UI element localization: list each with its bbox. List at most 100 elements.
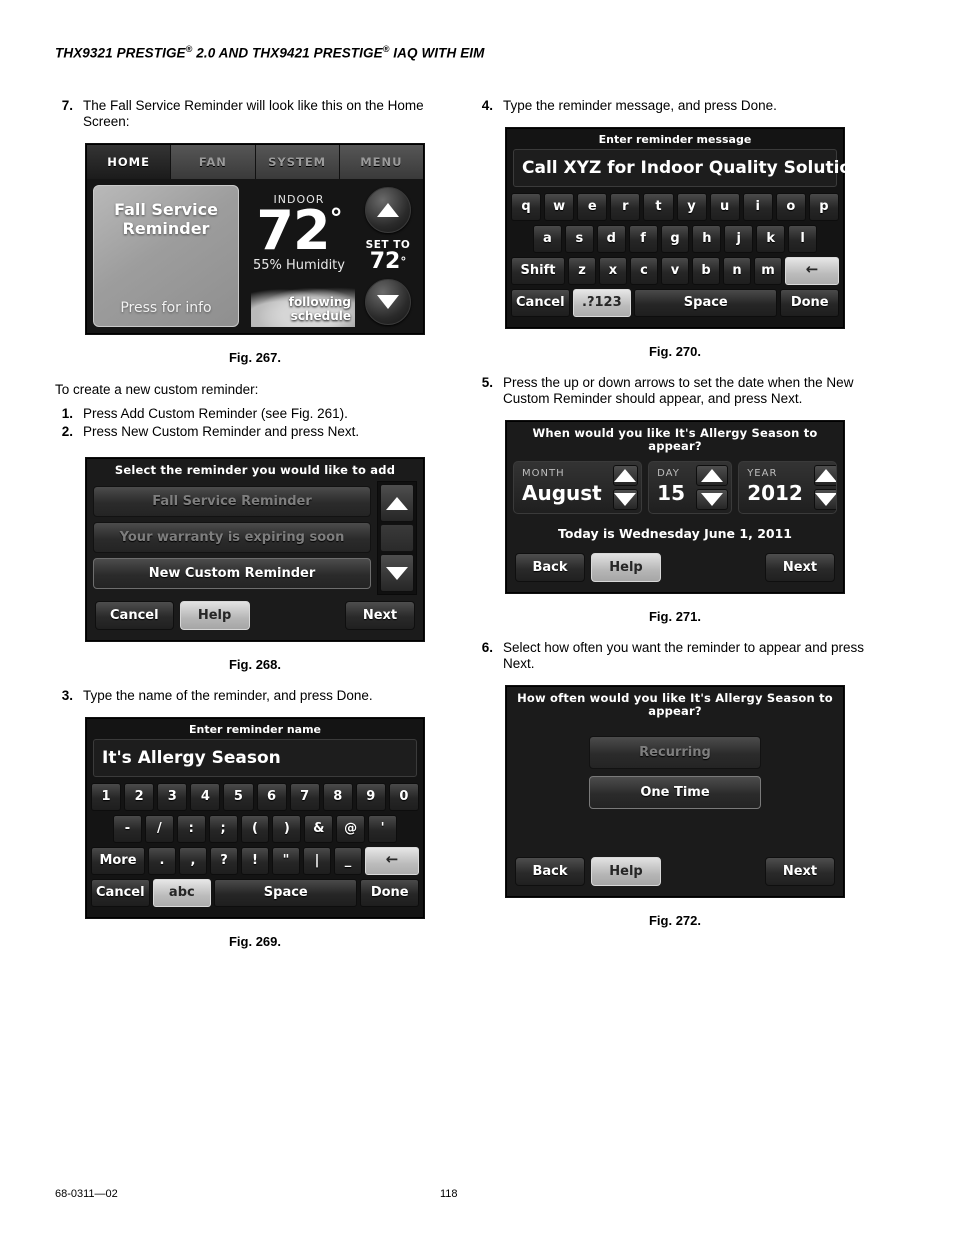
- month-up-button[interactable]: [612, 465, 639, 486]
- keyboard-mode-button[interactable]: .?123: [572, 289, 632, 317]
- year-down-button[interactable]: [813, 489, 836, 510]
- key-1[interactable]: 1: [91, 783, 122, 811]
- done-button[interactable]: Done: [780, 289, 839, 317]
- key-underscore[interactable]: _: [334, 847, 362, 875]
- key-q[interactable]: q: [511, 193, 542, 221]
- cancel-button[interactable]: Cancel: [95, 601, 174, 630]
- key-apostrophe[interactable]: ': [368, 815, 398, 843]
- backspace-icon[interactable]: ←: [365, 847, 419, 875]
- key-j[interactable]: j: [724, 225, 754, 253]
- key-e[interactable]: e: [577, 193, 608, 221]
- next-button[interactable]: Next: [765, 857, 835, 886]
- setpoint-up-button[interactable]: [365, 187, 411, 233]
- key-p[interactable]: p: [808, 193, 839, 221]
- key-paren-open[interactable]: (: [240, 815, 270, 843]
- key-semicolon[interactable]: ;: [208, 815, 238, 843]
- key-i[interactable]: i: [742, 193, 773, 221]
- key-a[interactable]: a: [533, 225, 562, 253]
- key-3[interactable]: 3: [157, 783, 188, 811]
- key-6[interactable]: 6: [256, 783, 287, 811]
- key-h[interactable]: h: [692, 225, 722, 253]
- key-ampersand[interactable]: &: [304, 815, 334, 843]
- more-key[interactable]: More: [91, 847, 145, 875]
- cancel-button[interactable]: Cancel: [91, 879, 150, 907]
- list-scrollbar[interactable]: [377, 481, 417, 595]
- key-v[interactable]: v: [661, 257, 689, 285]
- scrollbar-thumb[interactable]: [380, 524, 414, 552]
- reminder-card[interactable]: Fall Service Reminder Press for info: [93, 185, 239, 327]
- key-l[interactable]: l: [788, 225, 818, 253]
- key-at[interactable]: @: [336, 815, 366, 843]
- space-key[interactable]: Space: [214, 879, 358, 907]
- reminder-message-input[interactable]: Call XYZ for Indoor Quality Solutions: [513, 149, 873, 187]
- key-hyphen[interactable]: -: [113, 815, 142, 843]
- key-f[interactable]: f: [628, 225, 658, 253]
- shift-key[interactable]: Shift: [511, 257, 565, 285]
- cancel-button[interactable]: Cancel: [511, 289, 570, 317]
- help-button[interactable]: Help: [179, 601, 250, 630]
- key-pipe[interactable]: |: [303, 847, 331, 875]
- key-slash[interactable]: /: [144, 815, 174, 843]
- key-t[interactable]: t: [643, 193, 674, 221]
- key-5[interactable]: 5: [223, 783, 254, 811]
- key-o[interactable]: o: [775, 193, 806, 221]
- help-button[interactable]: Help: [591, 553, 661, 582]
- month-arrows: [610, 462, 641, 513]
- tab-system[interactable]: SYSTEM: [255, 145, 340, 179]
- key-2[interactable]: 2: [124, 783, 155, 811]
- back-button[interactable]: Back: [515, 857, 585, 886]
- key-d[interactable]: d: [596, 225, 626, 253]
- list-item-new-custom-reminder[interactable]: New Custom Reminder: [93, 558, 371, 589]
- key-comma[interactable]: ,: [179, 847, 207, 875]
- tab-fan[interactable]: FAN: [171, 145, 256, 179]
- scroll-up-button[interactable]: [380, 484, 414, 522]
- space-key[interactable]: Space: [634, 289, 778, 317]
- key-g[interactable]: g: [660, 225, 690, 253]
- tab-menu[interactable]: MENU: [339, 145, 423, 179]
- next-button[interactable]: Next: [345, 601, 415, 630]
- key-x[interactable]: x: [599, 257, 627, 285]
- day-down-button[interactable]: [696, 489, 729, 510]
- tab-home[interactable]: HOME: [87, 145, 172, 179]
- help-button[interactable]: Help: [591, 857, 661, 886]
- key-7[interactable]: 7: [289, 783, 320, 811]
- year-up-button[interactable]: [813, 465, 836, 486]
- scroll-down-button[interactable]: [380, 554, 414, 592]
- key-exclamation[interactable]: !: [241, 847, 269, 875]
- month-down-button[interactable]: [612, 489, 639, 510]
- option-one-time[interactable]: One Time: [589, 776, 761, 809]
- list-item-fall-service-reminder[interactable]: Fall Service Reminder: [93, 486, 371, 517]
- key-8[interactable]: 8: [322, 783, 353, 811]
- key-paren-close[interactable]: ): [272, 815, 302, 843]
- keyboard-row-digits: 1 2 3 4 5 6 7 8 9 0: [91, 783, 419, 811]
- key-u[interactable]: u: [709, 193, 740, 221]
- back-button[interactable]: Back: [515, 553, 585, 582]
- key-w[interactable]: w: [544, 193, 575, 221]
- key-b[interactable]: b: [692, 257, 720, 285]
- key-n[interactable]: n: [723, 257, 751, 285]
- done-button[interactable]: Done: [360, 879, 419, 907]
- day-up-button[interactable]: [696, 465, 729, 486]
- key-c[interactable]: c: [630, 257, 658, 285]
- key-colon[interactable]: :: [176, 815, 206, 843]
- key-m[interactable]: m: [754, 257, 782, 285]
- key-0[interactable]: 0: [388, 783, 419, 811]
- next-button[interactable]: Next: [765, 553, 835, 582]
- reminder-name-input[interactable]: It's Allergy Season: [93, 739, 417, 777]
- key-k[interactable]: k: [756, 225, 786, 253]
- option-recurring[interactable]: Recurring: [589, 736, 761, 769]
- key-z[interactable]: z: [568, 257, 596, 285]
- setpoint-down-button[interactable]: [365, 279, 411, 325]
- backspace-icon[interactable]: ←: [785, 257, 839, 285]
- key-quote[interactable]: ": [272, 847, 300, 875]
- key-9[interactable]: 9: [355, 783, 386, 811]
- key-4[interactable]: 4: [190, 783, 221, 811]
- key-y[interactable]: y: [676, 193, 707, 221]
- list-item-warranty-expiring[interactable]: Your warranty is expiring soon: [93, 522, 371, 553]
- key-question[interactable]: ?: [210, 847, 238, 875]
- keyboard-mode-button[interactable]: abc: [152, 879, 212, 907]
- step-7: 7. The Fall Service Reminder will look l…: [55, 98, 455, 130]
- key-period[interactable]: .: [148, 847, 176, 875]
- key-r[interactable]: r: [610, 193, 641, 221]
- key-s[interactable]: s: [564, 225, 594, 253]
